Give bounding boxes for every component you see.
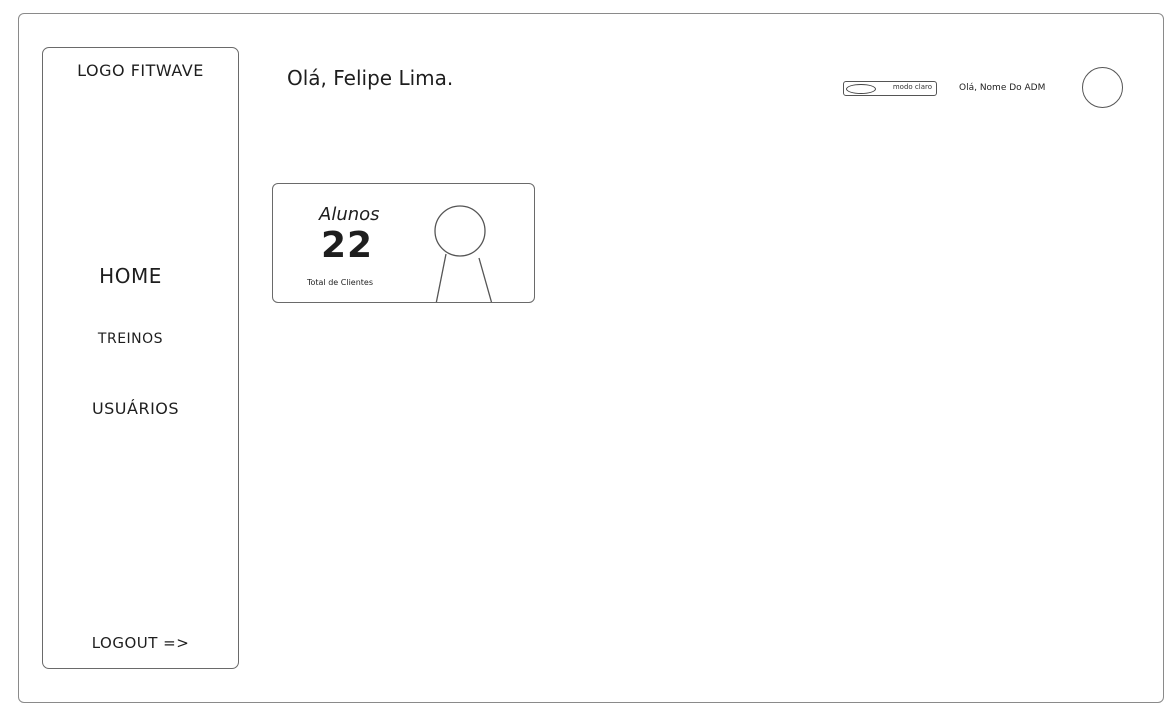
sidebar-item-treinos[interactable]: TREINOS xyxy=(33,331,228,347)
person-icon xyxy=(434,205,493,302)
theme-toggle-label: modo claro xyxy=(892,83,932,91)
page-greeting: Olá, Felipe Lima. xyxy=(287,66,454,90)
sidebar-item-home[interactable]: HOME xyxy=(33,264,228,288)
sidebar-item-usuarios[interactable]: USUÁRIOS xyxy=(38,399,233,418)
avatar[interactable] xyxy=(1082,67,1123,108)
logout-button[interactable]: LOGOUT => xyxy=(43,634,238,652)
card-title: Alunos xyxy=(319,204,380,225)
stat-card-alunos: Alunos 22 Total de Clientes xyxy=(272,183,535,303)
card-caption: Total de Clientes xyxy=(307,278,374,287)
card-value: 22 xyxy=(321,225,374,266)
sidebar: LOGO FITWAVE HOME TREINOS USUÁRIOS LOGOU… xyxy=(42,47,239,669)
theme-toggle[interactable]: modo claro xyxy=(843,81,937,96)
toggle-knob xyxy=(846,83,876,94)
admin-name: Olá, Nome Do ADM xyxy=(959,83,1046,93)
app-logo: LOGO FITWAVE xyxy=(77,61,204,80)
